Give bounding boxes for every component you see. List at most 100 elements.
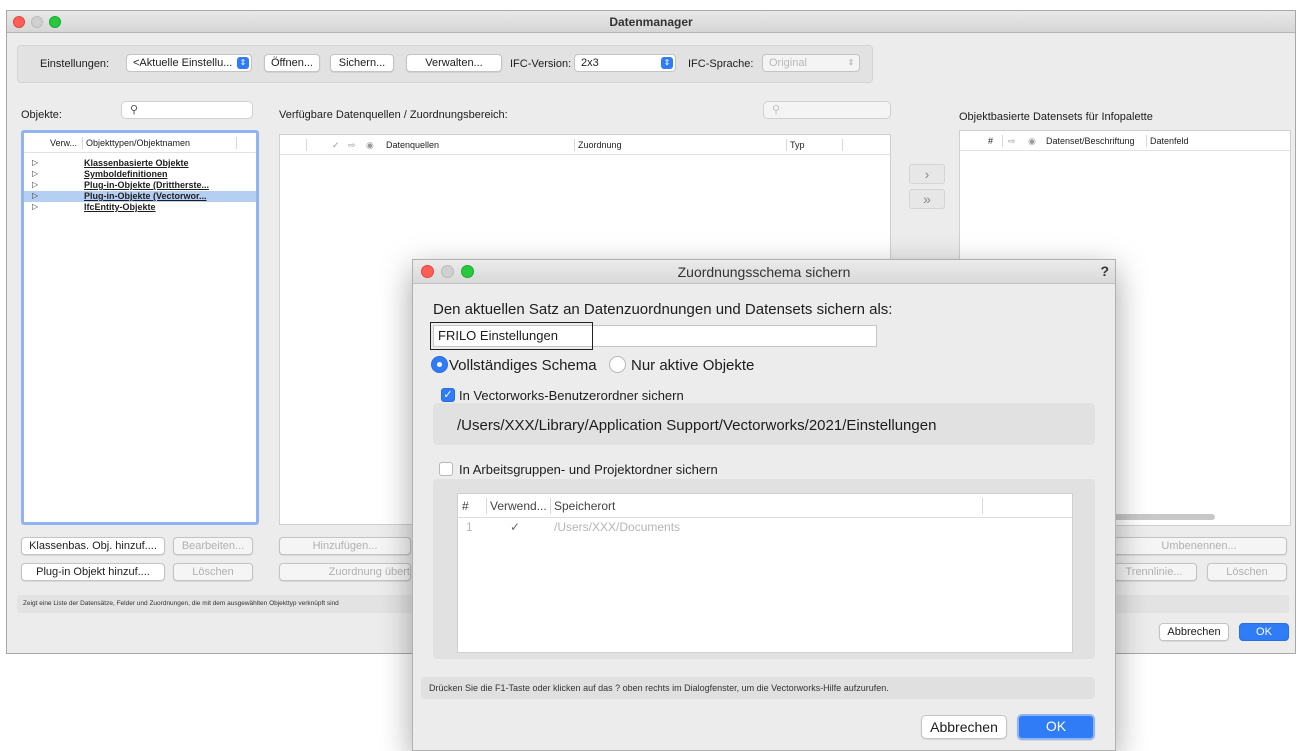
transfer-mapping-button[interactable]: Zuordnung übert <box>279 563 411 581</box>
ifc-version-value: 2x3 <box>581 57 599 69</box>
disclosure-triangle-icon[interactable]: ▷ <box>32 158 38 167</box>
ifc-language-label: IFC-Sprache: <box>688 58 754 70</box>
column-usage[interactable]: Verw... <box>50 138 77 148</box>
column-number[interactable]: # <box>462 499 469 513</box>
workgroup-checkbox[interactable] <box>439 462 453 476</box>
user-path: /Users/XXX/Library/Application Support/V… <box>457 417 937 434</box>
column-usage[interactable]: Verwend... <box>490 499 547 513</box>
table-row[interactable]: 1 ✓ /Users/XXX/Documents <box>458 520 1072 538</box>
tree-row-plugin-third-party[interactable]: ▷ Plug-in-Objekte (Drittherste... <box>24 180 256 191</box>
save-mapping-dialog: Zuordnungsschema sichern ? Den aktuellen… <box>412 259 1116 751</box>
ifc-version-label: IFC-Version: <box>510 58 572 70</box>
disclosure-triangle-icon[interactable]: ▷ <box>32 202 38 211</box>
ok-button[interactable]: OK <box>1017 714 1095 740</box>
tag-column-icon: ⇨ <box>1008 136 1016 146</box>
workgroup-box: # Verwend... Speicherort 1 ✓ /Users/XXX/… <box>433 479 1095 659</box>
objects-label: Objekte: <box>21 109 62 121</box>
chevron-updown-icon: ⇕ <box>237 57 249 69</box>
workgroup-table[interactable]: # Verwend... Speicherort 1 ✓ /Users/XXX/… <box>457 493 1073 653</box>
move-right-button[interactable]: › <box>909 164 945 184</box>
column-separator <box>1002 135 1003 147</box>
check-column-icon: ✓ <box>332 140 340 150</box>
column-number[interactable]: # <box>988 136 993 146</box>
disclosure-triangle-icon[interactable]: ▷ <box>32 191 38 200</box>
dialog-title: Zuordnungsschema sichern <box>677 264 851 280</box>
datasets-label: Objektbasierte Datensets für Infopalette <box>959 111 1153 123</box>
ifc-language-popup[interactable]: Original ⇕ <box>762 54 860 72</box>
settings-popup-value: <Aktuelle Einstellu... <box>133 57 233 69</box>
delete-object-button[interactable]: Löschen <box>173 563 253 581</box>
eye-column-icon: ◉ <box>1028 136 1036 146</box>
column-data-field[interactable]: Datenfeld <box>1150 136 1189 146</box>
main-ok-button[interactable]: OK <box>1239 623 1289 641</box>
settings-label: Einstellungen: <box>40 58 110 70</box>
save-button[interactable]: Sichern... <box>330 54 394 72</box>
column-location[interactable]: Speicherort <box>554 499 615 513</box>
full-schema-radio[interactable] <box>431 356 448 373</box>
delete-dataset-button[interactable]: Löschen <box>1207 563 1287 581</box>
tree-row-label: Plug-in-Objekte (Drittherste... <box>84 180 210 190</box>
manage-button[interactable]: Verwalten... <box>406 54 502 72</box>
dialog-titlebar: Zuordnungsschema sichern ? <box>413 260 1115 284</box>
name-highlight-box <box>430 322 593 350</box>
sources-label: Verfügbare Datenquellen / Zuordnungsbere… <box>279 109 508 121</box>
column-object-types[interactable]: Objekttypen/Objektnamen <box>86 138 190 148</box>
user-folder-label: In Vectorworks-Benutzerordner sichern <box>459 388 684 403</box>
tree-row-symbol-definitions[interactable]: ▷ Symboldefinitionen <box>24 169 256 180</box>
objects-search-field[interactable]: ⚲ <box>121 101 253 119</box>
separator-button[interactable]: Trennlinie... <box>1111 563 1197 581</box>
column-separator <box>1146 135 1147 147</box>
column-separator <box>574 139 575 151</box>
tree-row-label: Symboldefinitionen <box>84 169 168 179</box>
eye-column-icon: ◉ <box>366 140 374 150</box>
cancel-button[interactable]: Abbrechen <box>921 715 1007 739</box>
help-icon[interactable]: ? <box>1100 263 1109 279</box>
column-dataset-caption[interactable]: Datenset/Beschriftung <box>1046 136 1135 146</box>
objects-list[interactable]: Verw... Objekttypen/Objektnamen ▷ Klasse… <box>21 130 259 525</box>
tree-row-label: Plug-in-Objekte (Vectorwor... <box>84 191 207 201</box>
row-number: 1 <box>466 520 473 534</box>
sources-search-field[interactable]: ⚲ <box>763 101 891 119</box>
chevron-updown-icon: ⇕ <box>847 58 855 67</box>
add-source-button[interactable]: Hinzufügen... <box>279 537 411 555</box>
ifc-version-popup[interactable]: 2x3 ⇕ <box>574 54 676 72</box>
tree-row-plugin-vectorworks[interactable]: ▷ Plug-in-Objekte (Vectorwor... <box>24 191 256 202</box>
edit-button[interactable]: Bearbeiten... <box>173 537 253 555</box>
settings-group: Einstellungen: <Aktuelle Einstellu... ⇕ … <box>17 45 873 83</box>
column-separator <box>306 139 307 151</box>
column-type[interactable]: Typ <box>790 140 805 150</box>
checkmark-icon: ✓ <box>510 520 521 534</box>
datasets-list-header: # ⇨ ◉ Datenset/Beschriftung Datenfeld <box>960 131 1290 151</box>
active-objects-label: Nur aktive Objekte <box>631 357 755 374</box>
tree-row-class-objects[interactable]: ▷ Klassenbasierte Objekte <box>24 158 256 169</box>
tree-row-ifc-entity[interactable]: ▷ IfcEntity-Objekte <box>24 202 256 213</box>
workgroup-label: In Arbeitsgruppen- und Projektordner sic… <box>459 462 718 477</box>
full-schema-label: Vollständiges Schema <box>449 357 597 374</box>
add-plugin-object-button[interactable]: Plug-in Objekt hinzuf.... <box>21 563 165 581</box>
tree-row-label: Klassenbasierte Objekte <box>84 158 189 168</box>
user-folder-checkbox[interactable]: ✓ <box>441 388 455 402</box>
add-class-object-button[interactable]: Klassenbas. Obj. hinzuf.... <box>21 537 165 555</box>
row-location: /Users/XXX/Documents <box>554 520 681 534</box>
ifc-language-value: Original <box>769 57 807 69</box>
tree-row-label: IfcEntity-Objekte <box>84 202 156 212</box>
column-separator <box>550 498 551 514</box>
sources-list-header: ✓ ⇨ ◉ Datenquellen Zuordnung Typ <box>280 135 890 155</box>
objects-list-header: Verw... Objekttypen/Objektnamen <box>24 133 256 153</box>
open-button[interactable]: Öffnen... <box>264 54 320 72</box>
column-separator <box>82 137 83 149</box>
search-icon: ⚲ <box>130 104 139 116</box>
rename-button[interactable]: Umbenennen... <box>1111 537 1287 555</box>
settings-popup[interactable]: <Aktuelle Einstellu... ⇕ <box>126 54 252 72</box>
window-title: Datenmanager <box>609 15 693 29</box>
disclosure-triangle-icon[interactable]: ▷ <box>32 180 38 189</box>
column-data-sources[interactable]: Datenquellen <box>386 140 439 150</box>
column-mapping[interactable]: Zuordnung <box>578 140 622 150</box>
disclosure-triangle-icon[interactable]: ▷ <box>32 169 38 178</box>
datasets-horizontal-scrollbar[interactable] <box>1111 514 1215 520</box>
move-all-right-button[interactable]: » <box>909 189 945 209</box>
column-separator <box>982 498 983 514</box>
main-cancel-button[interactable]: Abbrechen <box>1159 623 1229 641</box>
column-separator <box>486 498 487 514</box>
active-objects-radio[interactable] <box>609 356 626 373</box>
